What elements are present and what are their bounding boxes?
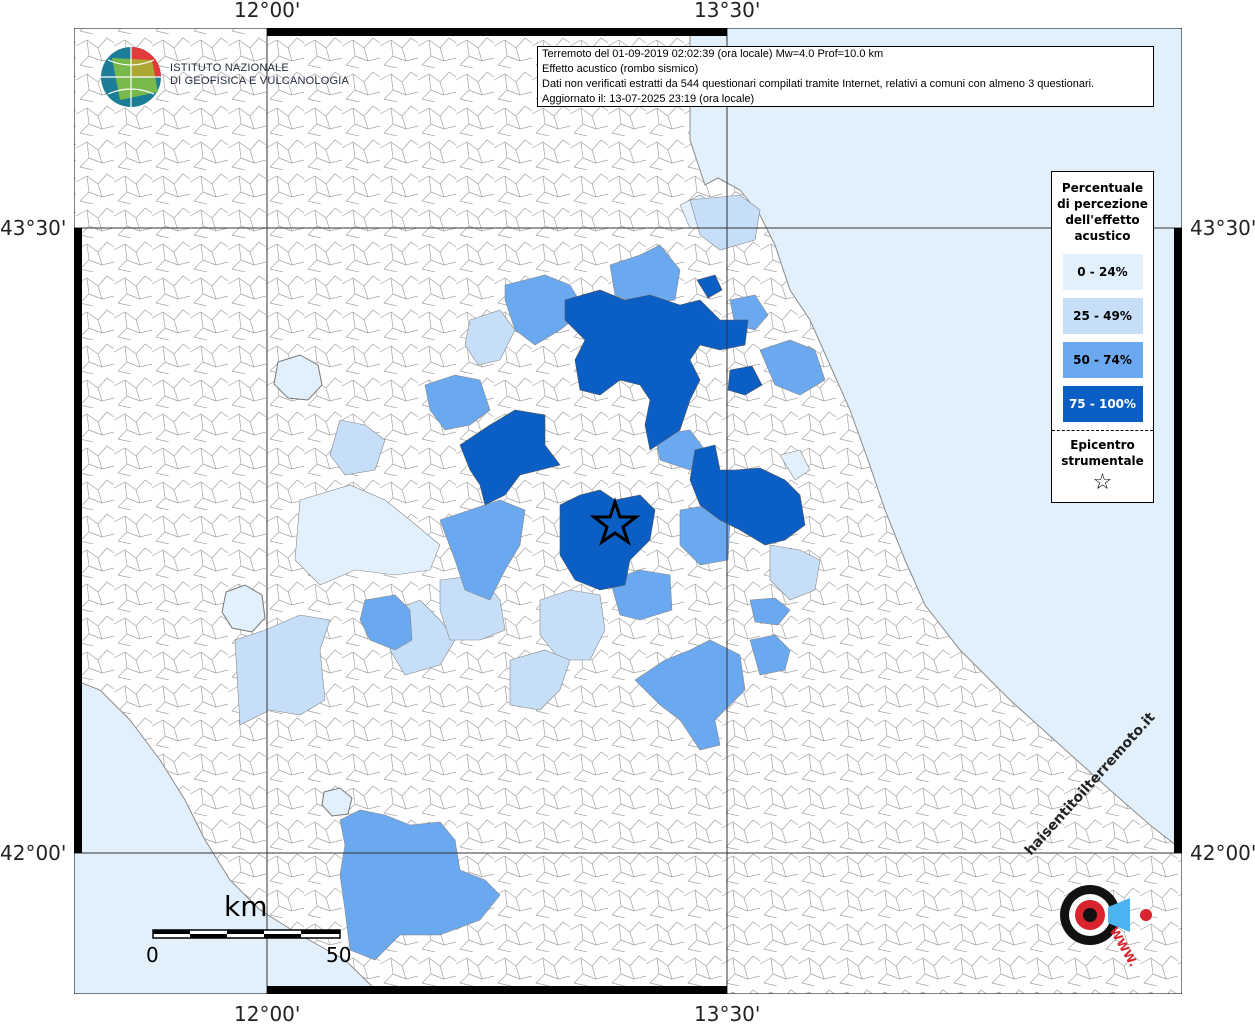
legend-title-line: Percentuale [1061, 181, 1144, 195]
legend-item-0-24: 0 - 24% [1062, 254, 1143, 290]
event-info-line4: Aggiornato il: 13-07-2025 23:19 (ora loc… [542, 93, 755, 105]
scale-bar [152, 929, 341, 939]
legend-item-75-100: 75 - 100% [1062, 386, 1143, 422]
lon-label-bottom-1330: 13°30' [694, 1002, 761, 1026]
legend-title: Percentuale di percezione dell'effetto a… [1052, 180, 1153, 244]
event-info-line1: Terremoto del 01-09-2019 02:02:39 (ora l… [542, 48, 884, 60]
ingv-name-line2: DI GEOFISICA E VULCANOLOGIA [170, 75, 349, 87]
map-canvas[interactable] [74, 28, 1182, 994]
legend-star-icon: ☆ [1092, 470, 1113, 495]
legend-epicenter-line: strumentale [1061, 454, 1144, 468]
legend-title-line: di percezione [1057, 197, 1148, 211]
event-info-line2: Effetto acustico (rombo sismico) [542, 63, 699, 75]
scale-end: 50 [326, 943, 352, 967]
scale-unit: km [224, 890, 268, 923]
map-frame[interactable]: ISTITUTO NAZIONALE DI GEOFISICA E VULCAN… [74, 28, 1182, 994]
lon-label-top-1330: 13°30' [694, 0, 761, 22]
lon-label-top-12: 12°00' [234, 0, 301, 22]
legend-title-line: acustico [1074, 229, 1131, 243]
legend-item-50-74: 50 - 74% [1062, 342, 1143, 378]
event-info-box: Terremoto del 01-09-2019 02:02:39 (ora l… [537, 46, 1154, 107]
lat-label-right-42: 42°00' [1190, 841, 1255, 865]
ingv-name-line1: ISTITUTO NAZIONALE [170, 62, 289, 74]
legend-item-25-49: 25 - 49% [1062, 298, 1143, 334]
lat-label-left-42: 42°00' [0, 841, 67, 865]
lon-label-bottom-12: 12°00' [234, 1002, 301, 1026]
legend-separator [1052, 430, 1153, 431]
legend: Percentuale di percezione dell'effetto a… [1051, 171, 1154, 503]
legend-epicenter-label: Epicentro strumentale [1052, 437, 1153, 469]
ingv-name: ISTITUTO NAZIONALE DI GEOFISICA E VULCAN… [170, 62, 349, 88]
scale-start: 0 [146, 943, 159, 967]
ingv-logo-icon [101, 47, 161, 107]
legend-title-line: dell'effetto [1065, 213, 1140, 227]
legend-epicenter-line: Epicentro [1070, 438, 1135, 452]
lat-label-right-4330: 43°30' [1190, 216, 1255, 240]
lat-label-left-4330: 43°30' [0, 216, 67, 240]
event-info-line3: Dati non verificati estratti da 544 ques… [542, 78, 1095, 90]
